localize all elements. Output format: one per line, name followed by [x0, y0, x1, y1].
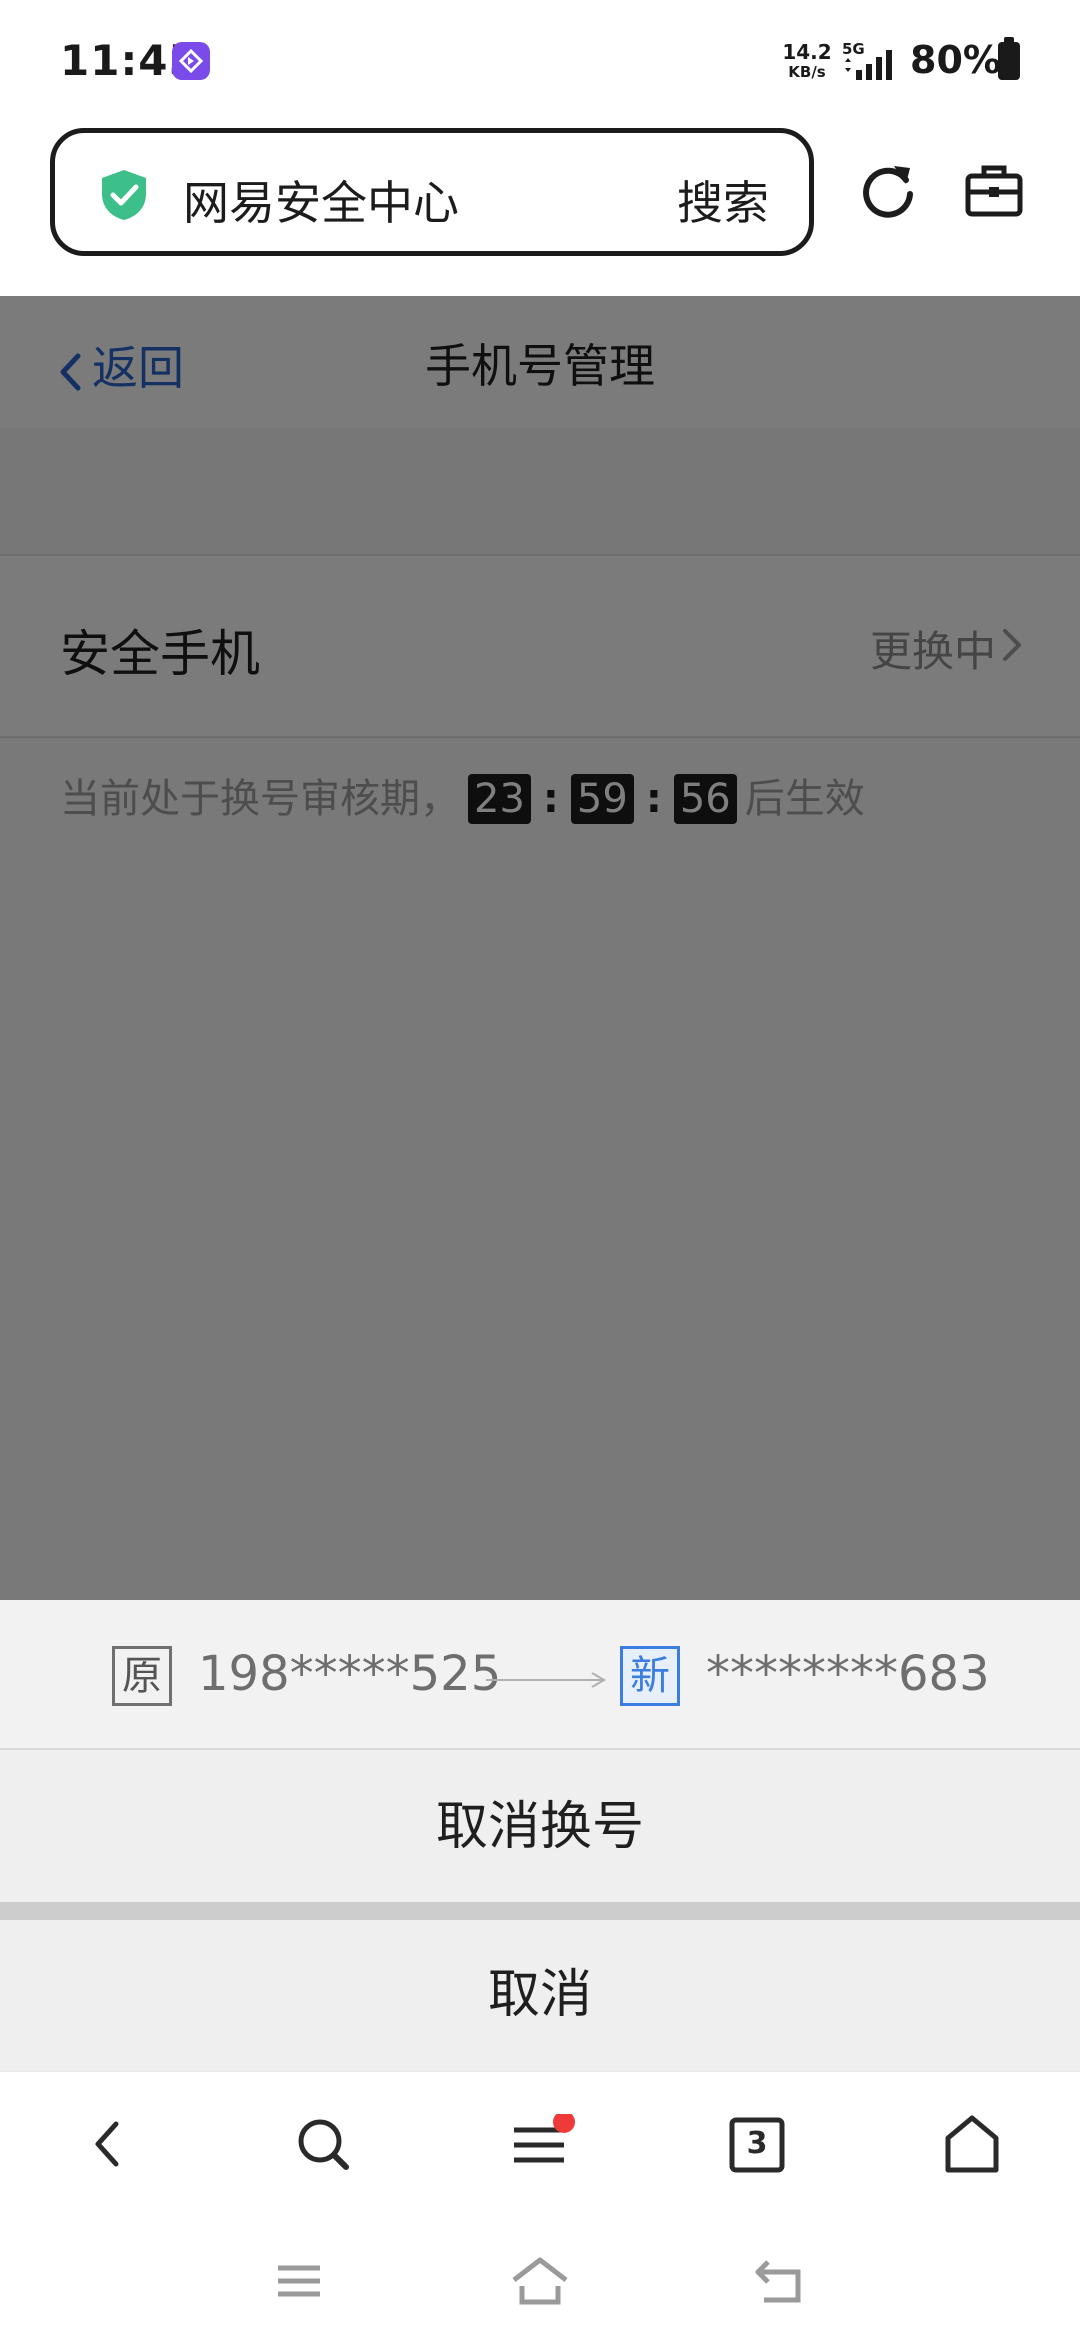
new-number: ********683	[706, 1646, 990, 1702]
search-icon[interactable]	[294, 2114, 354, 2178]
refresh-icon[interactable]	[856, 160, 920, 228]
menu-icon[interactable]	[510, 2111, 576, 2178]
signal-icon: 5G	[842, 40, 904, 86]
new-number-tag: 新	[620, 1646, 680, 1706]
back-icon[interactable]	[86, 2114, 126, 2178]
app-notification-icon	[172, 42, 210, 80]
action-sheet: 原 198*****525 新 ********683 取消换号 取消	[0, 1600, 1080, 2070]
toolbox-icon[interactable]	[964, 160, 1024, 224]
home-icon[interactable]	[942, 2114, 1002, 2178]
status-bar: 11:45 14.2 KB/s 5G 80%	[0, 0, 1080, 120]
tabs-count: 3	[746, 2126, 768, 2161]
network-speed: 14.2 KB/s	[782, 40, 832, 81]
browser-toolbar: 3	[0, 2070, 1080, 2220]
old-number: 198*****525	[198, 1646, 502, 1702]
number-change-info: 原 198*****525 新 ********683	[0, 1600, 1080, 1750]
battery-icon	[998, 37, 1020, 80]
cancel-number-change-button[interactable]: 取消换号	[0, 1752, 1080, 1902]
battery-percentage: 80%	[910, 38, 1001, 82]
address-text[interactable]: 网易安全中心	[183, 167, 459, 233]
old-number-tag: 原	[112, 1646, 172, 1706]
tabs-icon[interactable]: 3	[728, 2114, 786, 2174]
recent-apps-icon[interactable]	[274, 2256, 324, 2310]
search-button[interactable]: 搜索	[677, 167, 769, 233]
address-bar[interactable]: 网易安全中心 搜索	[50, 128, 814, 256]
svg-text:5G: 5G	[842, 40, 865, 58]
shield-check-icon	[99, 168, 149, 226]
system-home-icon[interactable]	[510, 2256, 570, 2310]
system-back-icon[interactable]	[752, 2256, 806, 2310]
system-nav-bar	[0, 2220, 1080, 2344]
arrow-right-icon	[486, 1670, 608, 1694]
cancel-button[interactable]: 取消	[0, 1920, 1080, 2070]
sheet-divider	[0, 1902, 1080, 1920]
modal-backdrop[interactable]	[0, 296, 1080, 1600]
